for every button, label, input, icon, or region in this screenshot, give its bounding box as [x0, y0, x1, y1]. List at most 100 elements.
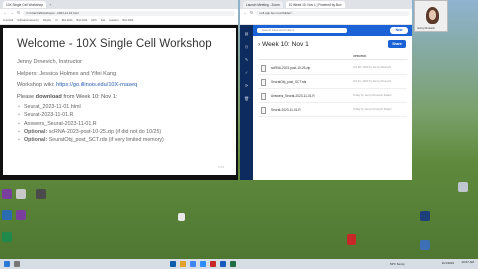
reload-icon[interactable]: ↻ [17, 11, 20, 15]
desktop-app-icon[interactable] [2, 210, 12, 220]
url-field[interactable]: C:/Users/Workshops/...2023-11-01.html [23, 10, 235, 16]
table-row[interactable]: Seurat-2023-11-01.R Today by Jenny Drnev… [258, 104, 407, 117]
box-app: ▤ ◷ ✎ ✓ ⟳ 🗑 Search Files and Folders New… [240, 25, 412, 180]
back-icon[interactable]: ← [243, 11, 247, 15]
webcam-video[interactable]: Jenny Drnevich [414, 0, 448, 32]
taskbar-app-icon[interactable] [170, 261, 176, 267]
box-sidebar: ▤ ◷ ✎ ✓ ⟳ 🗑 [240, 25, 253, 180]
trash-icon[interactable]: 🗑 [240, 96, 253, 101]
bookmarks-bar: Imported SoftwareCarpentry Flippity UI B… [0, 17, 238, 25]
bookmark-item[interactable]: Imported [3, 19, 13, 22]
desktop-file-icon[interactable] [178, 213, 185, 221]
desktop-file-icon[interactable] [16, 189, 26, 199]
box-tab-bar: Launch Meeting - Zoom 10 Week 10: Nov 1 … [240, 0, 412, 9]
person-face [429, 10, 436, 20]
desktop-app-icon[interactable] [420, 211, 430, 221]
download-line: Please download from Week 10: Nov 1: [17, 94, 222, 100]
updated-column[interactable]: UPDATED [353, 54, 366, 58]
recycle-bin-icon[interactable] [458, 182, 468, 192]
box-url-field[interactable]: uofi.app.box.com/folder/... [256, 10, 409, 16]
bookmark-item[interactable]: UI [55, 19, 58, 22]
column-header: UPDATED [258, 54, 407, 60]
table-row[interactable]: scRNA-2023-post-10-25.zip Oct 30, 2023 b… [258, 62, 407, 75]
bookmark-item[interactable]: Biol 2024 [62, 19, 73, 22]
wiki-line: Workshop wiki: https://go.illinois.edu/1… [17, 82, 222, 88]
instructor-text: Jenny Drnevich, Instructor [17, 59, 82, 65]
slide-page-number: 2/19 [218, 165, 224, 169]
table-row[interactable]: SeuratObj_post_SCT.rds Oct 31, 2023 by J… [258, 76, 407, 89]
box-address-bar: ← ↻ uofi.app.box.com/folder/... [240, 9, 412, 17]
new-tab-icon[interactable]: + [49, 2, 51, 7]
share-button[interactable]: Share [388, 40, 406, 48]
table-row[interactable]: Answers_Seurat-2023-11-01.R Today by Jen… [258, 90, 407, 103]
bookmark-item[interactable]: HPC [91, 19, 96, 22]
list-item: Answers_Seurat-2023-11-01.R [17, 121, 222, 127]
clock-date: 11/1/2023 [441, 261, 454, 265]
zoom-icon[interactable] [200, 261, 206, 267]
download-bold: download [35, 93, 62, 100]
list-item: Optional: scRNA-2023-post-10-25.zip (if … [17, 129, 222, 135]
sign-icon[interactable]: ✓ [240, 70, 253, 75]
file-name[interactable]: SeuratObj_post_SCT.rds [271, 80, 306, 84]
list-item: Optional: SeuratObj_post_SCT.rds (if ver… [17, 137, 222, 143]
folder-title: › Week 10: Nov 1 [258, 41, 309, 48]
file-icon [261, 93, 266, 100]
file-name[interactable]: Answers_Seurat-2023-11-01.R [271, 94, 315, 98]
helpers-text: Helpers: Jessica Holmes and Yifei Kang [17, 70, 117, 77]
slide-title: Welcome - 10X Single Cell Workshop [17, 38, 212, 50]
bookmark-item[interactable]: Fac [101, 19, 105, 22]
pdf-icon[interactable] [347, 234, 356, 245]
tab-box[interactable]: 10 Week 10: Nov 1 | Powered by Box [285, 1, 345, 8]
taskbar: 53°F Sunny 10:07 AM 11/1/2023 [0, 259, 478, 269]
new-button[interactable]: New [390, 27, 408, 34]
address-bar: ← → ↻ C:/Users/Workshops/...2023-11-01.h… [0, 9, 238, 17]
tab-zoom[interactable]: Launch Meeting - Zoom [243, 1, 283, 8]
list-item: Seurat_2023-11-01.html [17, 104, 222, 110]
excel-icon[interactable] [230, 261, 236, 267]
start-icon[interactable] [4, 261, 10, 267]
list-item: Seurat-2023-11-01.R [17, 112, 222, 118]
bookmark-item[interactable]: Biol 2024 [77, 19, 88, 22]
file-name[interactable]: scRNA-2023-post-10-25.zip [271, 66, 310, 70]
file-date: Oct 30, 2023 by Jenny Drnevich [353, 66, 392, 69]
bookmark-item[interactable]: Biol 2024 [123, 19, 134, 22]
word-icon[interactable] [220, 261, 226, 267]
acrobat-icon[interactable] [210, 261, 216, 267]
chrome-icon[interactable] [190, 261, 196, 267]
desktop-app-icon[interactable] [16, 210, 26, 220]
download-suffix: from Week 10: Nov 1: [61, 93, 118, 100]
notes-icon[interactable]: ✎ [240, 57, 253, 62]
file-icon [261, 79, 266, 86]
box-bookmarks-bar [240, 17, 412, 25]
reload-icon[interactable]: ↻ [250, 11, 253, 15]
back-icon[interactable]: ← [3, 11, 7, 15]
file-date: Today by Jenny Drnevich Zadeh [353, 108, 392, 111]
file-explorer-icon[interactable] [180, 261, 186, 267]
desktop-app-icon[interactable] [420, 240, 430, 250]
bookmark-item[interactable]: Flippity [43, 19, 51, 22]
forward-icon[interactable]: → [10, 11, 14, 15]
recents-icon[interactable]: ◷ [240, 44, 253, 49]
download-prefix: Please [17, 93, 36, 100]
bookmark-item[interactable]: eLetters [109, 19, 118, 22]
wiki-label: Workshop wiki: [17, 82, 57, 88]
file-date: Oct 31, 2023 by Jenny Drnevich [353, 80, 392, 83]
wiki-link[interactable]: https://go.illinois.edu/10X-rnaseq [56, 82, 137, 88]
search-input[interactable]: Search Files and Folders [257, 28, 347, 33]
folder-icon[interactable]: ▤ [240, 31, 253, 36]
search-icon[interactable] [14, 261, 20, 267]
desktop-app-icon[interactable] [2, 189, 12, 199]
tab-workshop[interactable]: 10X Single Cell Workshop [3, 1, 46, 8]
desktop-app-icon[interactable] [36, 189, 46, 199]
bookmark-item[interactable]: SoftwareCarpentry [17, 19, 39, 22]
file-date: Today by Jenny Drnevich Zadeh [353, 94, 392, 97]
box-browser-window: Launch Meeting - Zoom 10 Week 10: Nov 1 … [240, 0, 412, 180]
file-name[interactable]: Seurat-2023-11-01.R [271, 108, 301, 112]
relay-icon[interactable]: ⟳ [240, 83, 253, 88]
clock[interactable]: 10:07 AM [461, 260, 474, 264]
desktop-app-icon[interactable] [2, 232, 12, 242]
slide: Welcome - 10X Single Cell Workshop Jenny… [3, 28, 236, 175]
file-icon [261, 107, 266, 114]
tab-bar: 10X Single Cell Workshop + [0, 0, 238, 9]
weather-widget[interactable]: 53°F Sunny [390, 262, 405, 266]
